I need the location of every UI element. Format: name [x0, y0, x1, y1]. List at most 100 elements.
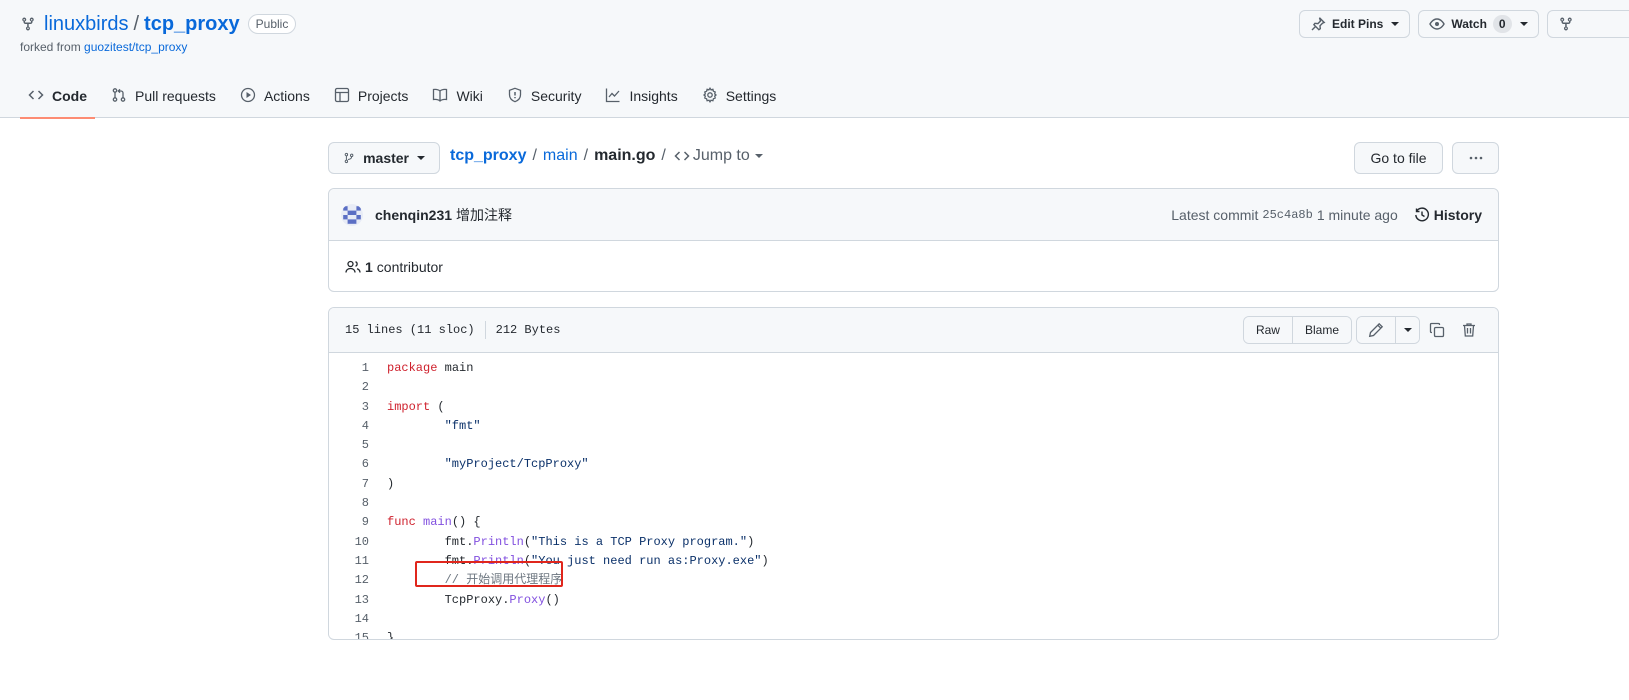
file-header: 15 lines (11 sloc) 212 Bytes Raw Blame [329, 308, 1498, 353]
repo-header: linuxbirds / tcp_proxy Public forked fro… [0, 0, 1629, 119]
fork-source-link[interactable]: guozitest/tcp_proxy [84, 40, 187, 54]
line-number[interactable]: 7 [329, 475, 369, 494]
shield-icon [508, 87, 522, 103]
branch-select-button[interactable]: master [328, 142, 440, 174]
line-number[interactable]: 8 [329, 494, 369, 513]
line-number[interactable]: 11 [329, 552, 369, 571]
commit-author-link[interactable]: chenqin231 [375, 207, 452, 223]
repo-title: linuxbirds / tcp_proxy Public [20, 12, 297, 36]
edit-file-button[interactable] [1357, 317, 1395, 343]
code-token: ( [523, 534, 532, 549]
code-token: ) [387, 476, 395, 491]
contributors-count: 1 [365, 258, 373, 275]
code-token: package [387, 361, 438, 375]
edit-pins-button[interactable]: Edit Pins [1299, 10, 1411, 38]
history-button[interactable]: History [1414, 207, 1482, 223]
line-number[interactable]: 9 [329, 513, 369, 532]
kebab-horizontal-icon [1469, 156, 1482, 160]
chevron-down-icon [1519, 22, 1528, 26]
code-text: import ( [369, 398, 445, 417]
latest-commit-box: chenqin231 增加注释 Latest commit 25c4a8b 1 … [328, 188, 1499, 292]
code-line: 5 [329, 436, 1498, 455]
code-line: 3 import ( [329, 398, 1498, 417]
breadcrumb-repo-link[interactable]: tcp_proxy [450, 147, 526, 165]
repo-name-link[interactable]: tcp_proxy [144, 13, 240, 36]
code-token: import [387, 399, 431, 414]
commit-message-link[interactable]: 增加注释 [456, 205, 512, 225]
chevron-down-icon [1391, 22, 1400, 26]
code-token: Proxy [509, 592, 546, 607]
line-number[interactable]: 12 [329, 571, 369, 590]
line-number[interactable]: 10 [329, 533, 369, 552]
more-options-button[interactable] [1452, 142, 1499, 174]
line-number[interactable]: 5 [329, 436, 369, 455]
pencil-icon [1368, 322, 1384, 338]
trash-icon [1463, 323, 1475, 337]
blame-button[interactable]: Blame [1291, 317, 1351, 343]
copy-icon [1429, 322, 1445, 338]
line-number[interactable]: 4 [329, 417, 369, 436]
edit-pins-label: Edit Pins [1332, 17, 1384, 31]
tab-security[interactable]: Security [499, 74, 590, 118]
code-token: fmt. [387, 534, 474, 549]
breadcrumb-separator: / [532, 147, 537, 164]
code-token: "You just need run as:Proxy.exe" [531, 553, 762, 568]
people-icon [345, 260, 361, 273]
tab-code-label: Code [52, 88, 87, 104]
commit-sha-link[interactable]: 25c4a8b [1262, 208, 1312, 222]
tab-wiki[interactable]: Wiki [424, 74, 490, 118]
line-number[interactable]: 14 [329, 610, 369, 629]
code-text: package main [369, 359, 473, 378]
code-token: "fmt" [444, 418, 481, 433]
breadcrumb-folder-link[interactable]: main [543, 147, 578, 165]
go-to-file-button[interactable]: Go to file [1354, 142, 1443, 174]
line-number[interactable]: 15 [329, 629, 369, 639]
watch-button[interactable]: Watch 0 [1418, 10, 1539, 38]
jump-to-dropdown[interactable]: Jump to [674, 147, 763, 165]
git-branch-icon [344, 152, 354, 164]
edit-dropdown-button[interactable] [1395, 317, 1419, 343]
code-token: ( [430, 399, 445, 414]
code-token: ) [747, 534, 755, 549]
table-icon [334, 87, 350, 103]
line-number[interactable]: 3 [329, 398, 369, 417]
tab-actions[interactable]: Actions [232, 74, 318, 118]
contributors-row[interactable]: 1 contributor [329, 241, 1498, 292]
repo-forked-icon [22, 17, 34, 31]
tab-pull-requests[interactable]: Pull requests [103, 74, 224, 118]
code-line: 9 func main() { [329, 513, 1498, 532]
tab-settings[interactable]: Settings [694, 74, 785, 118]
raw-button[interactable]: Raw [1243, 317, 1292, 343]
tab-insights[interactable]: Insights [597, 74, 685, 118]
avatar[interactable] [341, 203, 363, 226]
history-icon [1414, 207, 1429, 222]
repo-title-separator: / [133, 12, 140, 35]
fork-button[interactable] [1546, 10, 1629, 38]
repo-owner-link[interactable]: linuxbirds [44, 13, 128, 36]
line-number[interactable]: 2 [329, 378, 369, 397]
tab-pull-requests-label: Pull requests [135, 88, 216, 104]
line-number[interactable]: 13 [329, 591, 369, 610]
commit-meta: Latest commit 25c4a8b 1 minute ago Histo… [1171, 189, 1482, 241]
breadcrumb: tcp_proxy / main / main.go / Jump to [450, 147, 763, 165]
file-actions: Raw Blame [1242, 316, 1484, 344]
eye-icon [1429, 18, 1446, 30]
tab-wiki-label: Wiki [456, 88, 483, 104]
delete-file-button[interactable] [1454, 316, 1484, 344]
line-number[interactable]: 6 [329, 455, 369, 474]
tab-code[interactable]: Code [20, 74, 95, 119]
forked-from: forked from guozitest/tcp_proxy [20, 40, 187, 54]
code-text: } [369, 629, 394, 639]
file-viewer: 15 lines (11 sloc) 212 Bytes Raw Blame 1… [328, 307, 1499, 640]
line-number[interactable]: 1 [329, 359, 369, 378]
watch-label: Watch [1451, 17, 1487, 31]
code-token: main [437, 361, 474, 375]
graph-icon [606, 88, 620, 103]
copy-raw-button[interactable] [1422, 316, 1452, 344]
code-token: func [387, 515, 416, 530]
tab-projects[interactable]: Projects [326, 74, 417, 118]
annotation-highlight-box [415, 561, 563, 587]
